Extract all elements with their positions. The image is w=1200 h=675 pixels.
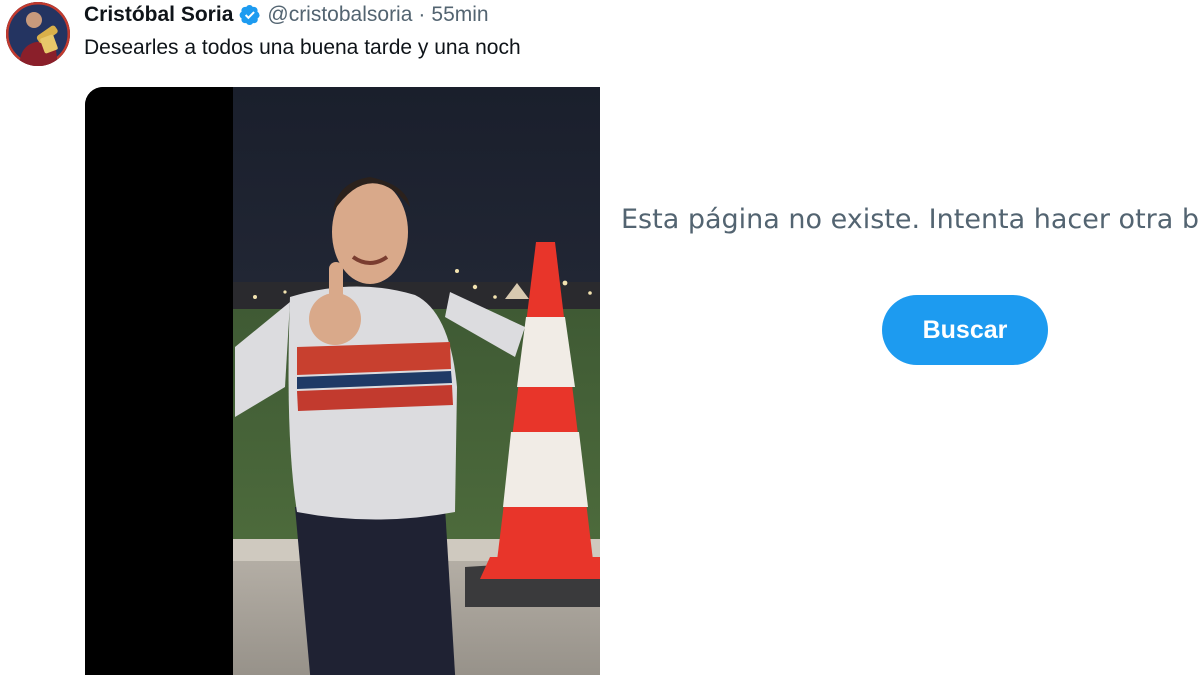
search-button[interactable]: Buscar bbox=[882, 295, 1048, 365]
not-found-message: Esta página no existe. Intenta hacer otr… bbox=[621, 204, 1200, 235]
photo-image bbox=[85, 87, 600, 675]
avatar[interactable] bbox=[6, 2, 70, 66]
tweet-text: Desearles a todos una buena tarde y una … bbox=[84, 36, 521, 59]
tweet-media-photo[interactable] bbox=[85, 87, 600, 675]
separator-dot: · bbox=[418, 3, 426, 26]
tweet-timestamp[interactable]: 55min bbox=[431, 3, 488, 27]
user-handle[interactable]: @cristobalsoria bbox=[267, 3, 412, 27]
page-not-found-panel: Esta página no existe. Intenta hacer otr… bbox=[600, 0, 1200, 675]
avatar-image bbox=[6, 2, 70, 66]
tweet-header: Cristóbal Soria @cristobalsoria · 55min bbox=[84, 0, 489, 30]
display-name[interactable]: Cristóbal Soria bbox=[84, 3, 233, 27]
verified-badge-icon bbox=[239, 4, 261, 26]
tweet-card: Cristóbal Soria @cristobalsoria · 55min … bbox=[0, 0, 600, 675]
